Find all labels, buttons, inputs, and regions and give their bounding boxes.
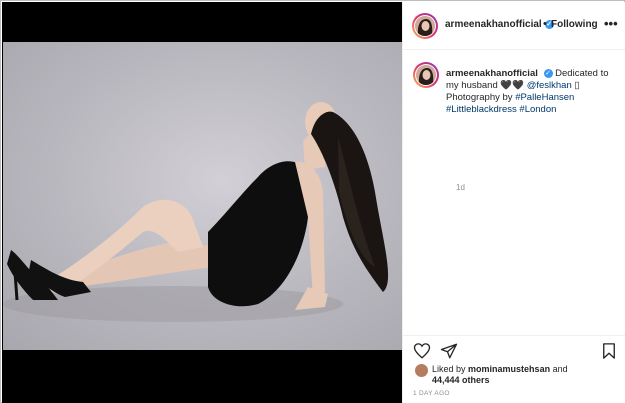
hashtag-littleblackdress[interactable]: #Littleblackdress <box>446 104 517 115</box>
caption-avatar <box>416 65 436 85</box>
avatar <box>415 16 435 36</box>
likes-and: and <box>552 364 568 374</box>
caption-verified-icon: ✓ <box>543 68 553 78</box>
likes-prefix: Liked by <box>432 364 466 374</box>
bookmark-icon[interactable] <box>600 342 618 360</box>
caption-text: armeenakhanofficial ✓ Dedicated to my hu… <box>446 68 621 116</box>
caption-age[interactable]: 1d <box>456 183 465 192</box>
post-sidebar: armeenakhanofficial ✓ • Following ••• ar… <box>402 2 625 403</box>
liker-avatar[interactable] <box>415 364 428 377</box>
heart-icon[interactable] <box>413 342 431 360</box>
caption-line-2: Photography by <box>446 92 513 103</box>
caption-username[interactable]: armeenakhanofficial <box>446 68 538 79</box>
paper-plane-icon[interactable] <box>440 342 458 360</box>
following-button[interactable]: Following <box>551 19 598 30</box>
post-header: armeenakhanofficial ✓ • Following ••• <box>403 2 625 50</box>
caption-avatar-image <box>416 65 436 85</box>
likes-count[interactable]: 44,444 others <box>432 375 490 385</box>
photo-illustration <box>3 102 389 322</box>
header-separator: • <box>543 18 547 30</box>
caption-mention[interactable]: @feslkhan <box>527 80 572 91</box>
post-media <box>2 2 402 403</box>
liker-username[interactable]: mominamustehsan <box>468 364 550 374</box>
likes-text: Liked by mominamustehsan and 44,444 othe… <box>432 364 622 386</box>
header-username-text[interactable]: armeenakhanofficial <box>445 19 542 30</box>
likes-summary: Liked by mominamustehsan and 44,444 othe… <box>413 363 618 387</box>
post-photo[interactable] <box>3 42 402 350</box>
caption-story-ring[interactable] <box>413 62 439 88</box>
header-username[interactable]: armeenakhanofficial ✓ <box>445 19 554 30</box>
post-date[interactable]: 1 DAY AGO <box>413 390 450 397</box>
story-ring[interactable] <box>412 13 438 39</box>
avatar-image <box>415 16 435 36</box>
caption-hearts: 🖤🖤 <box>500 80 525 91</box>
avatar-border <box>414 15 436 37</box>
hashtag-london[interactable]: #London <box>519 104 556 115</box>
post-dialog: armeenakhanofficial ✓ • Following ••• ar… <box>0 0 625 403</box>
more-options-icon[interactable]: ••• <box>604 16 618 31</box>
caption-avatar-border <box>415 64 437 86</box>
action-bar <box>403 335 625 361</box>
hashtag-pallehansen[interactable]: #PalleHansen <box>515 92 574 103</box>
caption-tail-glyph: ▯ <box>574 80 580 91</box>
